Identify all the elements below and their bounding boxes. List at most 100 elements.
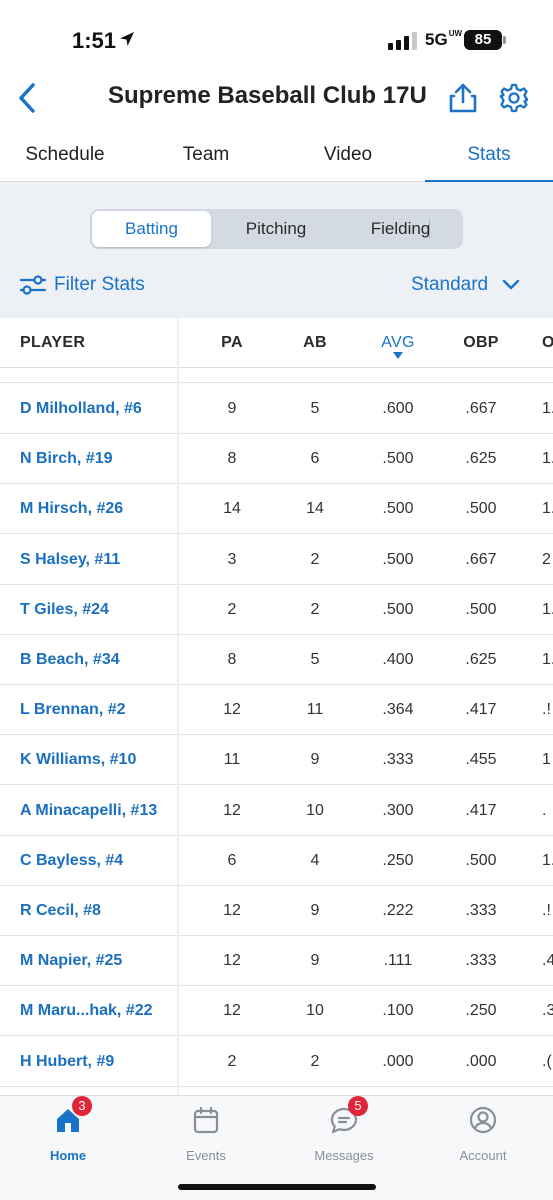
column-header-obp[interactable]: OBP xyxy=(451,318,511,368)
table-row[interactable]: M Hirsch, #26 14 14 .500 .500 1. xyxy=(0,484,553,535)
view-select-value: Standard xyxy=(411,274,489,295)
tab-stats[interactable]: Stats xyxy=(425,128,553,183)
cell-obp: .000 xyxy=(465,1052,497,1070)
bottom-tab-home[interactable]: 3 Home xyxy=(28,1096,108,1168)
stats-table-header: PLAYER PA AB AVG OBP O xyxy=(0,318,553,368)
column-header-pa[interactable]: PA xyxy=(202,318,262,368)
back-button[interactable] xyxy=(12,78,42,118)
view-select-dropdown[interactable]: Standard xyxy=(411,274,520,296)
cell-next: 1. xyxy=(542,500,553,518)
player-name-link[interactable]: A Minacapelli, #13 xyxy=(20,786,157,836)
player-name-link[interactable]: D Milholland, #6 xyxy=(20,384,142,434)
cell-next: 2 xyxy=(542,550,551,568)
cell-ab: 9 xyxy=(310,751,320,769)
cell-avg: .222 xyxy=(382,902,414,919)
cell-pa: 12 xyxy=(223,701,241,719)
player-name-link[interactable]: L Brennan, #2 xyxy=(20,685,126,735)
cell-obp: .500 xyxy=(465,600,497,618)
cell-avg: .364 xyxy=(382,701,414,719)
cell-obp: .500 xyxy=(465,500,497,518)
cell-avg: .500 xyxy=(382,550,414,568)
tab-video[interactable]: Video xyxy=(282,128,414,182)
settings-button[interactable] xyxy=(497,80,531,116)
cell-ab: 4 xyxy=(310,851,320,869)
cell-next: .! xyxy=(542,701,551,719)
cell-obp: .667 xyxy=(465,400,497,417)
table-row[interactable]: D Milholland, #6 9 5 .600 .667 1. xyxy=(0,384,553,434)
cell-obp: .455 xyxy=(465,751,497,769)
chevron-left-icon xyxy=(19,83,35,113)
table-row[interactable]: H Hubert, #9 2 2 .000 .000 .( xyxy=(0,1037,553,1087)
cell-ab: 11 xyxy=(306,701,324,719)
cell-obp: .625 xyxy=(465,651,497,668)
cell-next: . xyxy=(542,801,547,819)
player-name-link[interactable]: H Hubert, #9 xyxy=(20,1037,114,1087)
table-row[interactable]: M Napier, #25 12 9 .111 .333 .4 xyxy=(0,936,553,987)
cell-next: .3 xyxy=(542,1002,553,1020)
stats-table-body: D Milholland, #695.600.6671.N Birch, #19… xyxy=(0,369,553,1095)
table-row[interactable]: B Beach, #34 8 5 .400 .625 1. xyxy=(0,635,553,685)
cell-pa: 12 xyxy=(223,902,241,919)
column-header-avg[interactable]: AVG xyxy=(368,318,428,368)
table-row[interactable]: R Cecil, #8 12 9 .222 .333.! xyxy=(0,886,553,936)
player-name-link[interactable]: R Cecil, #8 xyxy=(20,886,101,936)
home-indicator xyxy=(178,1184,376,1190)
cell-pa: 11 xyxy=(223,751,241,769)
share-button[interactable] xyxy=(446,78,480,118)
cell-ab: 5 xyxy=(310,400,320,417)
table-row[interactable]: A Minacapelli, #13 12 10 .300 .417. xyxy=(0,786,553,836)
stat-type-segmented-control: Batting Pitching Fielding xyxy=(90,209,463,249)
table-row[interactable]: M Maru...hak, #22 12 10 .100 .250 .3 xyxy=(0,986,553,1037)
player-name-link[interactable]: S Halsey, #11 xyxy=(20,535,120,585)
calendar-icon xyxy=(193,1106,219,1134)
column-header-next[interactable]: O xyxy=(542,318,553,368)
table-row[interactable]: N Birch, #19 8 6 .500 .625 1. xyxy=(0,434,553,485)
stats-controls: Batting Pitching Fielding Filter Stats S… xyxy=(0,182,553,318)
column-header-ab[interactable]: AB xyxy=(285,318,345,368)
cell-pa: 8 xyxy=(227,651,237,668)
cell-avg: .500 xyxy=(382,450,414,468)
top-tab-bar: Schedule Team Video Stats xyxy=(0,128,553,183)
cell-avg: .333 xyxy=(382,751,414,769)
bottom-tab-messages[interactable]: 5 Messages xyxy=(304,1096,384,1168)
cell-avg: .111 xyxy=(383,952,413,970)
player-name-link[interactable]: C Bayless, #4 xyxy=(20,836,123,886)
bottom-tab-events-label: Events xyxy=(186,1148,226,1163)
bottom-tab-account[interactable]: Account xyxy=(443,1104,523,1168)
player-name-link[interactable]: N Birch, #19 xyxy=(20,434,112,484)
player-name-link[interactable]: M Maru...hak, #22 xyxy=(20,986,153,1036)
segment-batting[interactable]: Batting xyxy=(92,211,211,247)
segment-fielding[interactable]: Fielding xyxy=(340,211,461,247)
cell-obp: .625 xyxy=(465,450,497,468)
sort-descending-icon xyxy=(393,352,403,359)
cell-ab: 9 xyxy=(310,952,320,970)
cell-pa: 14 xyxy=(223,500,241,518)
cell-obp: .417 xyxy=(465,801,497,819)
segment-pitching[interactable]: Pitching xyxy=(215,211,337,247)
bottom-tab-events[interactable]: Events xyxy=(166,1104,246,1168)
table-row[interactable]: C Bayless, #4 6 4 .250 .500 1. xyxy=(0,836,553,886)
filter-stats-button[interactable]: Filter Stats xyxy=(20,274,145,296)
column-header-player[interactable]: PLAYER xyxy=(20,318,85,368)
cell-avg: .100 xyxy=(382,1002,414,1020)
table-row[interactable]: L Brennan, #2 12 11 .364 .417.! xyxy=(0,685,553,736)
cell-ab: 10 xyxy=(306,801,324,819)
table-row-partial xyxy=(0,369,553,383)
player-name-link[interactable]: B Beach, #34 xyxy=(20,635,120,685)
home-badge: 3 xyxy=(72,1096,92,1116)
cell-avg: .500 xyxy=(382,600,414,618)
bottom-tab-messages-label: Messages xyxy=(314,1148,374,1163)
table-row[interactable]: T Giles, #24 2 2 .500 .500 1. xyxy=(0,585,553,635)
frozen-column-divider xyxy=(177,318,179,1095)
player-name-link[interactable]: K Williams, #10 xyxy=(20,735,136,785)
cell-pa: 2 xyxy=(227,1052,237,1070)
tab-schedule[interactable]: Schedule xyxy=(0,128,130,182)
table-row[interactable]: K Williams, #10 11 9 .333 .455 1 xyxy=(0,735,553,786)
player-name-link[interactable]: M Hirsch, #26 xyxy=(20,484,123,534)
tab-team[interactable]: Team xyxy=(140,128,272,182)
player-name-link[interactable]: T Giles, #24 xyxy=(20,585,109,635)
player-name-link[interactable]: M Napier, #25 xyxy=(20,936,122,986)
status-time: 1:51 xyxy=(72,28,117,53)
table-row[interactable]: S Halsey, #11 3 2 .500 .667 2 xyxy=(0,535,553,585)
bottom-tab-account-label: Account xyxy=(459,1148,507,1163)
